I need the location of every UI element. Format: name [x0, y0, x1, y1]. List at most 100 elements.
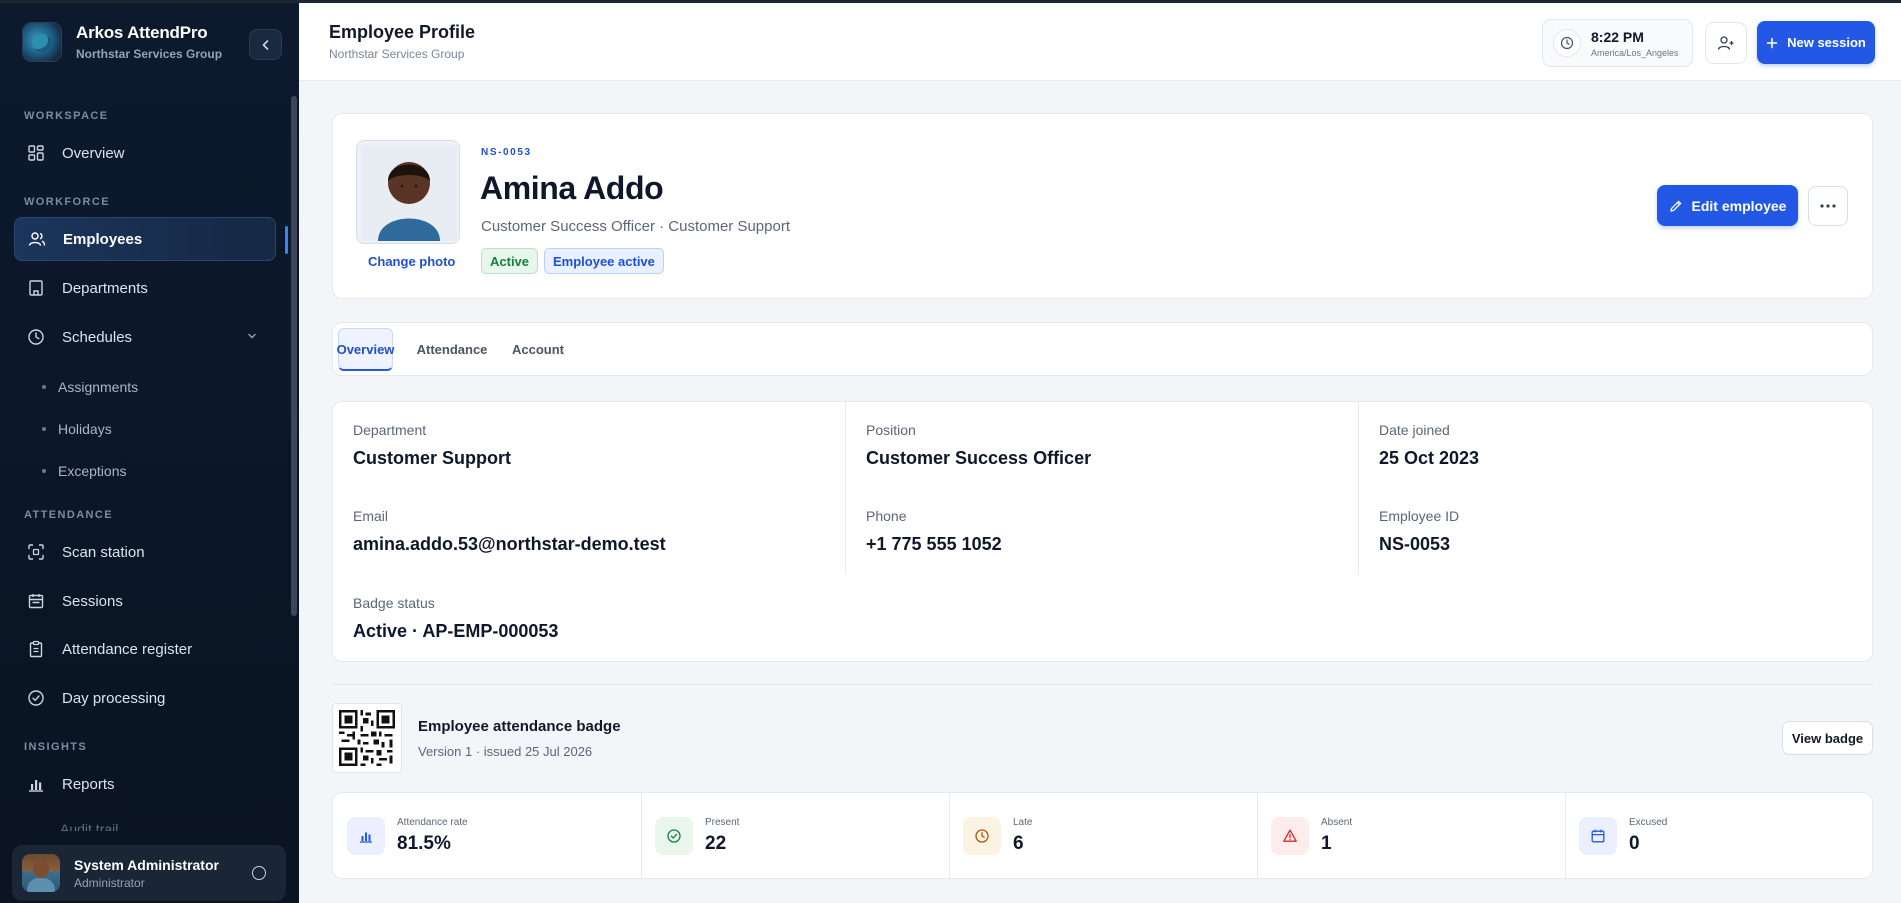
- sidebar-subitem-holidays[interactable]: Holidays: [42, 421, 112, 437]
- sidebar-item-reports[interactable]: Reports: [14, 762, 276, 806]
- status-circle-icon[interactable]: [252, 866, 266, 880]
- clock-widget: 8:22 PM America/Los_Angeles: [1542, 19, 1693, 67]
- page-title: Employee Profile: [329, 22, 476, 42]
- more-options-button[interactable]: [1808, 186, 1848, 226]
- sidebar-item-label: Sessions: [62, 592, 123, 610]
- view-badge-button[interactable]: View badge: [1782, 721, 1873, 755]
- stat-label: Present: [705, 816, 740, 828]
- users-icon: [28, 230, 46, 248]
- sidebar-item-employees[interactable]: Employees: [14, 217, 276, 261]
- tab-overview[interactable]: Overview: [337, 328, 394, 371]
- sidebar-item-label: Holidays: [58, 421, 112, 437]
- user-role: Administrator: [74, 875, 145, 890]
- page-subtitle: Northstar Services Group: [329, 47, 465, 61]
- calendar-icon: [1579, 816, 1617, 855]
- sidebar-item-label: Attendance register: [62, 640, 193, 658]
- stat-absent: Absent 1: [1257, 793, 1565, 878]
- status-badge: Active: [481, 248, 539, 274]
- sidebar-item-attendance-register[interactable]: Attendance register: [14, 627, 276, 671]
- position-value: Customer Success Officer: [866, 448, 1092, 468]
- sidebar-item-departments[interactable]: Departments: [14, 266, 276, 310]
- stat-text: Late 6: [1013, 817, 1032, 855]
- user-name: System Administrator: [74, 856, 219, 873]
- bullet-icon: [42, 385, 46, 389]
- active-indicator: [285, 226, 288, 254]
- employee-active-badge: Employee active: [544, 248, 664, 274]
- tab-attendance[interactable]: Attendance: [417, 328, 488, 371]
- sidebar-item-day-processing[interactable]: Day processing: [14, 676, 276, 720]
- stat-label: Excused: [1629, 816, 1668, 828]
- section-divider: [332, 684, 1873, 685]
- sidebar-item-label: Scan station: [62, 543, 145, 561]
- stat-value: 22: [705, 832, 727, 854]
- sidebar-item-schedules[interactable]: Schedules: [14, 315, 276, 359]
- bar-chart-icon: [347, 816, 385, 855]
- stat-text: Present 22: [705, 817, 739, 855]
- change-photo-link[interactable]: Change photo: [368, 254, 455, 269]
- employee-name: Amina Addo: [480, 170, 664, 206]
- stat-text: Absent 1: [1321, 817, 1352, 855]
- brand[interactable]: Arkos AttendPro Northstar Services Group: [22, 22, 222, 62]
- employee-avatar-icon: [361, 145, 457, 241]
- chevron-left-icon: [262, 39, 268, 50]
- new-session-button[interactable]: New session: [1757, 21, 1875, 64]
- clock-text: 8:22 PM America/Los_Angeles: [1581, 29, 1679, 58]
- phone-label: Phone: [866, 508, 907, 524]
- user-plus-icon: [1717, 36, 1734, 50]
- edit-employee-button[interactable]: Edit employee: [1657, 185, 1798, 226]
- sidebar-item-label: Employees: [63, 230, 143, 248]
- section-label-workforce: WORKFORCE: [24, 196, 110, 208]
- position-label: Position: [866, 422, 916, 438]
- app-logo-icon: [22, 22, 62, 62]
- alert-triangle-icon: [1271, 816, 1309, 855]
- stat-text: Attendance rate 81.5%: [397, 817, 468, 855]
- tab-bar: Overview Attendance Account: [332, 322, 1873, 376]
- sidebar-scrollbar[interactable]: [291, 96, 297, 616]
- pencil-icon: [1669, 200, 1681, 212]
- bar-chart-icon: [27, 775, 45, 793]
- section-label-insights: INSIGHTS: [24, 741, 88, 753]
- window-top-edge: [0, 0, 1901, 3]
- badge-status-label: Badge status: [353, 595, 435, 611]
- sidebar-subitem-assignments[interactable]: Assignments: [42, 379, 138, 395]
- badge-card-meta: Version 1 · issued 25 Jul 2026: [418, 744, 593, 759]
- employee-id-label: Employee ID: [1379, 508, 1460, 524]
- sidebar-subitem-exceptions[interactable]: Exceptions: [42, 463, 126, 479]
- stat-value: 81.5%: [397, 832, 451, 854]
- add-employee-button[interactable]: [1705, 22, 1747, 64]
- sidebar-item-overview[interactable]: Overview: [14, 131, 276, 175]
- collapse-sidebar-button[interactable]: [249, 29, 282, 60]
- sidebar-item-label: Reports: [62, 775, 115, 793]
- stat-value: 0: [1629, 832, 1640, 854]
- section-label-workspace: WORKSPACE: [24, 110, 109, 122]
- sidebar-item-label: Departments: [62, 279, 148, 297]
- date-joined-label: Date joined: [1379, 422, 1450, 438]
- scan-icon: [27, 543, 45, 561]
- grid-icon: [27, 144, 45, 162]
- sidebar-item-audit-partial[interactable]: Audit trail: [60, 821, 118, 831]
- stat-late: Late 6: [949, 793, 1257, 878]
- clock-timezone: America/Los_Angeles: [1591, 47, 1679, 58]
- chevron-down-icon[interactable]: [246, 329, 258, 346]
- stat-value: 6: [1013, 832, 1024, 854]
- sidebar: Arkos AttendPro Northstar Services Group…: [0, 0, 299, 903]
- user-card[interactable]: System Administrator Administrator: [12, 845, 286, 901]
- employee-id-value: NS-0053: [1379, 534, 1451, 554]
- phone-value: +1 775 555 1052: [866, 534, 1002, 554]
- employee-code: NS-0053: [481, 147, 532, 158]
- department-label: Department: [353, 422, 427, 438]
- sidebar-item-label: Assignments: [58, 379, 139, 395]
- stats-card: Attendance rate 81.5% Present 22 Late 6 …: [332, 792, 1873, 879]
- stat-attendance-rate: Attendance rate 81.5%: [333, 793, 641, 878]
- date-joined-value: 25 Oct 2023: [1379, 448, 1480, 468]
- department-value: Customer Support: [353, 448, 512, 468]
- stat-excused: Excused 0: [1565, 793, 1872, 878]
- stat-value: 1: [1321, 832, 1332, 854]
- email-value: amina.addo.53@northstar-demo.test: [353, 534, 666, 554]
- tab-account[interactable]: Account: [512, 328, 564, 371]
- sidebar-item-label: Schedules: [62, 328, 133, 346]
- sidebar-item-scan-station[interactable]: Scan station: [14, 530, 276, 574]
- check-circle-icon: [655, 816, 693, 855]
- section-label-attendance: ATTENDANCE: [24, 509, 113, 521]
- sidebar-item-sessions[interactable]: Sessions: [14, 579, 276, 623]
